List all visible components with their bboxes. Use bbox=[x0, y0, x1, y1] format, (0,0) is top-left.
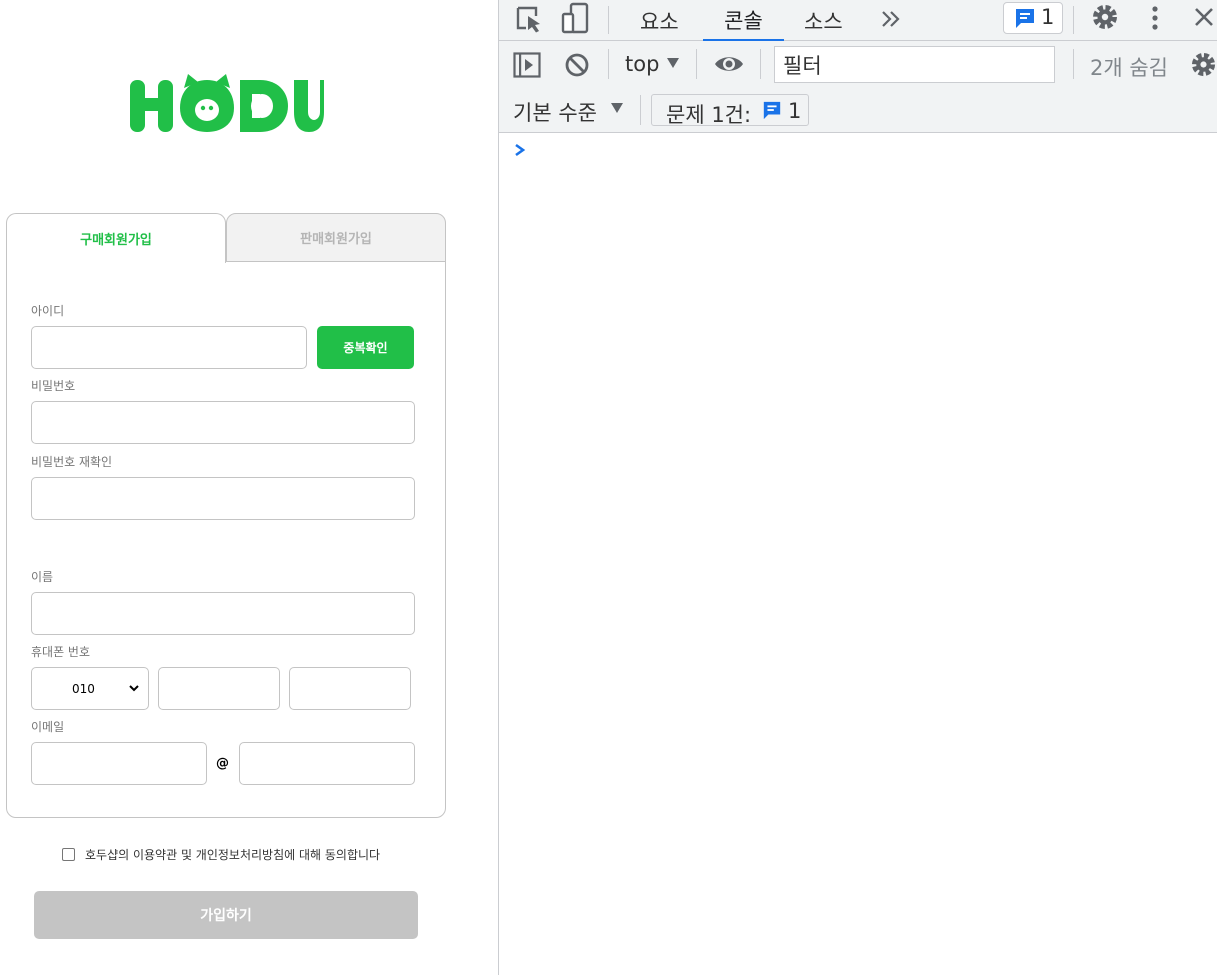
password-input[interactable] bbox=[31, 401, 415, 444]
toolbar-divider bbox=[640, 95, 641, 125]
message-icon bbox=[1016, 9, 1034, 28]
console-level-bar bbox=[499, 87, 1217, 133]
toolbar-divider bbox=[608, 6, 609, 34]
inspect-element-icon[interactable] bbox=[514, 4, 544, 34]
email-id-input[interactable] bbox=[31, 742, 207, 785]
devtools-panel bbox=[498, 0, 1217, 975]
id-label: 아이디 bbox=[31, 304, 65, 318]
issues-label: 문제 1건: bbox=[666, 103, 752, 127]
email-label: 이메일 bbox=[31, 720, 65, 734]
clear-console-icon[interactable] bbox=[564, 52, 590, 78]
email-at-symbol: @ bbox=[216, 756, 229, 771]
phone-middle-input[interactable] bbox=[158, 667, 280, 710]
log-level-selector[interactable]: 기본 수준 bbox=[513, 97, 597, 127]
terms-checkbox[interactable] bbox=[62, 848, 75, 861]
duplicate-check-button[interactable]: 중복확인 bbox=[317, 326, 414, 369]
password-confirm-label: 비밀번호 재확인 bbox=[31, 455, 113, 469]
signup-tabs: 구매회원가입 판매회원가입 bbox=[6, 213, 446, 263]
phone-last-input[interactable] bbox=[289, 667, 411, 710]
filter-placeholder: 필터 bbox=[783, 53, 822, 78]
tab-elements[interactable]: 요소 bbox=[640, 0, 679, 41]
toolbar-divider bbox=[760, 49, 761, 79]
hidden-messages-count: 2개 숨김 bbox=[1090, 56, 1168, 80]
message-icon bbox=[763, 101, 781, 120]
live-expression-eye-icon[interactable] bbox=[713, 53, 745, 75]
id-input[interactable] bbox=[31, 326, 307, 369]
console-settings-gear-icon[interactable] bbox=[1190, 51, 1217, 78]
dropdown-triangle-icon bbox=[611, 103, 623, 113]
chevron-down-icon bbox=[129, 685, 139, 692]
dropdown-triangle-icon bbox=[667, 58, 679, 68]
password-label: 비밀번호 bbox=[31, 379, 76, 393]
close-icon[interactable] bbox=[1193, 6, 1215, 28]
toolbar-divider bbox=[608, 49, 609, 79]
terms-agreement: 호두샵의 이용약관 및 개인정보처리방침에 대해 동의합니다 bbox=[62, 846, 380, 863]
settings-gear-icon[interactable] bbox=[1091, 3, 1119, 31]
phone-label: 휴대폰 번호 bbox=[31, 645, 91, 659]
issues-button[interactable]: 문제 1건: 1 bbox=[651, 94, 809, 127]
terms-text: 호두샵의 이용약관 및 개인정보처리방침에 대해 동의합니다 bbox=[85, 848, 381, 862]
tab-sources[interactable]: 소스 bbox=[804, 0, 843, 41]
issues-badge[interactable]: 1 bbox=[1003, 2, 1063, 34]
name-input[interactable] bbox=[31, 592, 415, 635]
issues-badge-count: 1 bbox=[1041, 5, 1055, 29]
device-toolbar-icon[interactable] bbox=[560, 2, 590, 34]
name-label: 이름 bbox=[31, 570, 54, 584]
join-button[interactable]: 가입하기 bbox=[34, 891, 418, 939]
show-sidebar-icon[interactable] bbox=[513, 52, 541, 78]
tab-seller-signup[interactable]: 판매회원가입 bbox=[226, 213, 446, 262]
tab-console[interactable]: 콘솔 bbox=[703, 0, 784, 41]
more-options-icon[interactable] bbox=[1145, 4, 1165, 32]
phone-prefix-select[interactable]: 010 bbox=[31, 667, 149, 710]
toolbar-divider bbox=[1073, 6, 1074, 34]
issues-count: 1 bbox=[788, 99, 802, 123]
console-prompt-chevron-icon[interactable] bbox=[513, 143, 527, 157]
signup-page: 구매회원가입 판매회원가입 아이디 중복확인 비밀번호 비밀번호 재확인 이름 … bbox=[0, 0, 498, 975]
console-filter-input[interactable]: 필터 bbox=[774, 46, 1055, 83]
password-confirm-input[interactable] bbox=[31, 477, 415, 520]
tab-buyer-signup[interactable]: 구매회원가입 bbox=[6, 213, 226, 263]
hodu-logo[interactable] bbox=[128, 72, 324, 136]
context-selector[interactable]: top bbox=[625, 52, 659, 76]
toolbar-divider bbox=[1073, 49, 1074, 79]
more-tabs-icon[interactable] bbox=[880, 8, 902, 30]
email-domain-input[interactable] bbox=[239, 742, 415, 785]
phone-prefix-value: 010 bbox=[72, 681, 95, 696]
toolbar-divider bbox=[696, 49, 697, 79]
